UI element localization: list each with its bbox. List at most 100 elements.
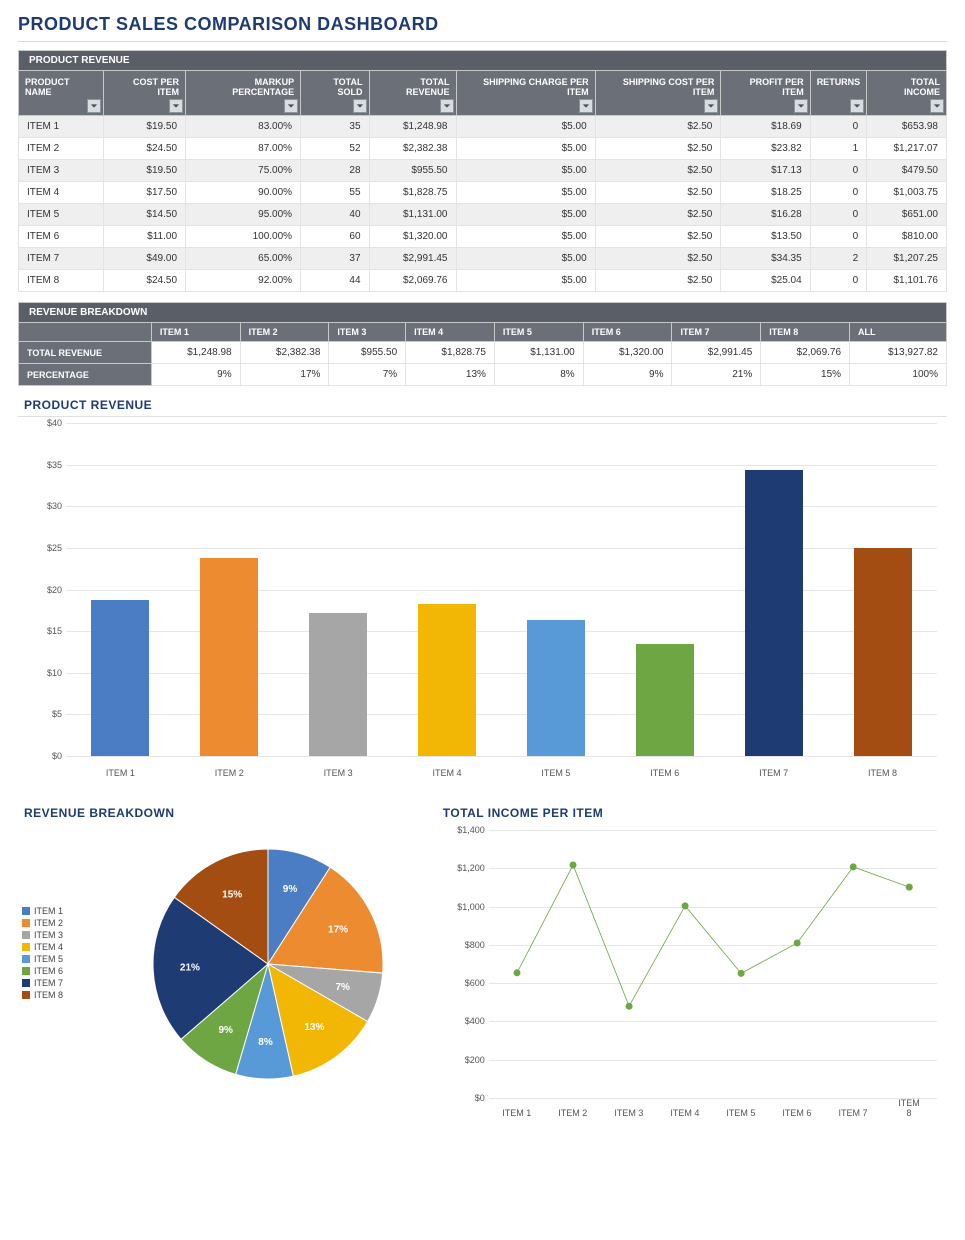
- bar-chart-title: PRODUCT REVENUE: [24, 398, 947, 412]
- pie-slice-label: 9%: [218, 1025, 233, 1036]
- cell: 7%: [329, 364, 406, 386]
- x-axis-tick: ITEM 2: [189, 768, 269, 778]
- pie-slice-label: 13%: [304, 1022, 324, 1033]
- cell: 0: [810, 160, 867, 182]
- column-header[interactable]: TOTAL INCOME: [867, 71, 947, 116]
- legend-label: ITEM 2: [34, 918, 63, 928]
- column-header[interactable]: RETURNS: [810, 71, 867, 116]
- legend-swatch: [22, 967, 30, 975]
- column-header[interactable]: SHIPPING COST PER ITEM: [595, 71, 721, 116]
- line-marker: [625, 1003, 632, 1010]
- row-header: TOTAL REVENUE: [19, 342, 152, 364]
- cell: ITEM 3: [19, 160, 104, 182]
- column-header[interactable]: MARKUP PERCENTAGE: [186, 71, 301, 116]
- cell: $2.50: [595, 226, 721, 248]
- cell: $955.50: [329, 342, 406, 364]
- cell: 100.00%: [186, 226, 301, 248]
- x-axis-tick: ITEM 3: [614, 1108, 643, 1118]
- filter-dropdown-icon[interactable]: [579, 99, 593, 113]
- filter-dropdown-icon[interactable]: [440, 99, 454, 113]
- cell: $24.50: [104, 270, 186, 292]
- table-row: PERCENTAGE9%17%7%13%8%9%21%15%100%: [19, 364, 947, 386]
- line-marker: [849, 863, 856, 870]
- cell: $25.04: [721, 270, 810, 292]
- cell: 21%: [672, 364, 761, 386]
- legend-swatch: [22, 943, 30, 951]
- legend-label: ITEM 5: [34, 954, 63, 964]
- column-header: ITEM 3: [329, 323, 406, 342]
- pie-slice-label: 15%: [222, 889, 242, 900]
- cell: 75.00%: [186, 160, 301, 182]
- legend-swatch: [22, 991, 30, 999]
- cell: $1,003.75: [867, 182, 947, 204]
- filter-dropdown-icon[interactable]: [704, 99, 718, 113]
- x-axis-tick: ITEM 8: [843, 768, 923, 778]
- legend-label: ITEM 6: [34, 966, 63, 976]
- cell: 83.00%: [186, 116, 301, 138]
- column-header: ITEM 2: [240, 323, 329, 342]
- cell: $1,248.98: [369, 116, 456, 138]
- pie-slice-label: 17%: [328, 924, 348, 935]
- legend-item: ■ITEM 8: [22, 990, 63, 1000]
- cell: 28: [301, 160, 369, 182]
- cell: $2.50: [595, 248, 721, 270]
- column-header[interactable]: SHIPPING CHARGE PER ITEM: [456, 71, 595, 116]
- filter-dropdown-icon[interactable]: [794, 99, 808, 113]
- legend-swatch: [22, 931, 30, 939]
- line-marker: [513, 969, 520, 976]
- filter-dropdown-icon[interactable]: [353, 99, 367, 113]
- y-axis-tick: $0: [24, 751, 62, 761]
- cell: $1,320.00: [369, 226, 456, 248]
- cell: $810.00: [867, 226, 947, 248]
- line-marker: [737, 970, 744, 977]
- pie-slice-label: 8%: [258, 1037, 273, 1048]
- column-header[interactable]: PRODUCT NAME: [19, 71, 104, 116]
- filter-dropdown-icon[interactable]: [87, 99, 101, 113]
- column-header[interactable]: COST PER ITEM: [104, 71, 186, 116]
- cell: $19.50: [104, 160, 186, 182]
- x-axis-tick: ITEM 6: [782, 1108, 811, 1118]
- legend-item: ■ITEM 1: [22, 906, 63, 916]
- cell: $1,207.25: [867, 248, 947, 270]
- table-row: TOTAL REVENUE$1,248.98$2,382.38$955.50$1…: [19, 342, 947, 364]
- filter-dropdown-icon[interactable]: [169, 99, 183, 113]
- cell: 55: [301, 182, 369, 204]
- cell: 0: [810, 226, 867, 248]
- product-revenue-table: PRODUCT NAMECOST PER ITEMMARKUP PERCENTA…: [18, 70, 947, 292]
- cell: $2,069.76: [761, 342, 850, 364]
- column-header[interactable]: PROFIT PER ITEM: [721, 71, 810, 116]
- filter-dropdown-icon[interactable]: [850, 99, 864, 113]
- filter-dropdown-icon[interactable]: [284, 99, 298, 113]
- cell: $651.00: [867, 204, 947, 226]
- line-marker: [569, 862, 576, 869]
- filter-dropdown-icon[interactable]: [930, 99, 944, 113]
- cell: ITEM 1: [19, 116, 104, 138]
- y-axis-tick: $30: [24, 501, 62, 511]
- x-axis-tick: ITEM 1: [80, 768, 160, 778]
- cell: 0: [810, 270, 867, 292]
- cell: 92.00%: [186, 270, 301, 292]
- column-header: ITEM 8: [761, 323, 850, 342]
- y-axis-tick: $800: [447, 940, 485, 950]
- cell: 37: [301, 248, 369, 270]
- cell: ITEM 2: [19, 138, 104, 160]
- cell: $5.00: [456, 204, 595, 226]
- x-axis-tick: ITEM 2: [558, 1108, 587, 1118]
- line-marker: [905, 884, 912, 891]
- cell: $14.50: [104, 204, 186, 226]
- x-axis-tick: ITEM 4: [407, 768, 487, 778]
- cell: $955.50: [369, 160, 456, 182]
- cell: $1,217.07: [867, 138, 947, 160]
- cell: $5.00: [456, 160, 595, 182]
- column-header[interactable]: TOTAL SOLD: [301, 71, 369, 116]
- column-header: ALL: [850, 323, 947, 342]
- section-header-product-revenue: PRODUCT REVENUE: [18, 50, 947, 70]
- cell: ITEM 8: [19, 270, 104, 292]
- x-axis-tick: ITEM 5: [726, 1108, 755, 1118]
- cell: 87.00%: [186, 138, 301, 160]
- cell: $1,131.00: [494, 342, 583, 364]
- legend-label: ITEM 3: [34, 930, 63, 940]
- column-header[interactable]: TOTAL REVENUE: [369, 71, 456, 116]
- y-axis-tick: $1,000: [447, 902, 485, 912]
- legend-label: ITEM 8: [34, 990, 63, 1000]
